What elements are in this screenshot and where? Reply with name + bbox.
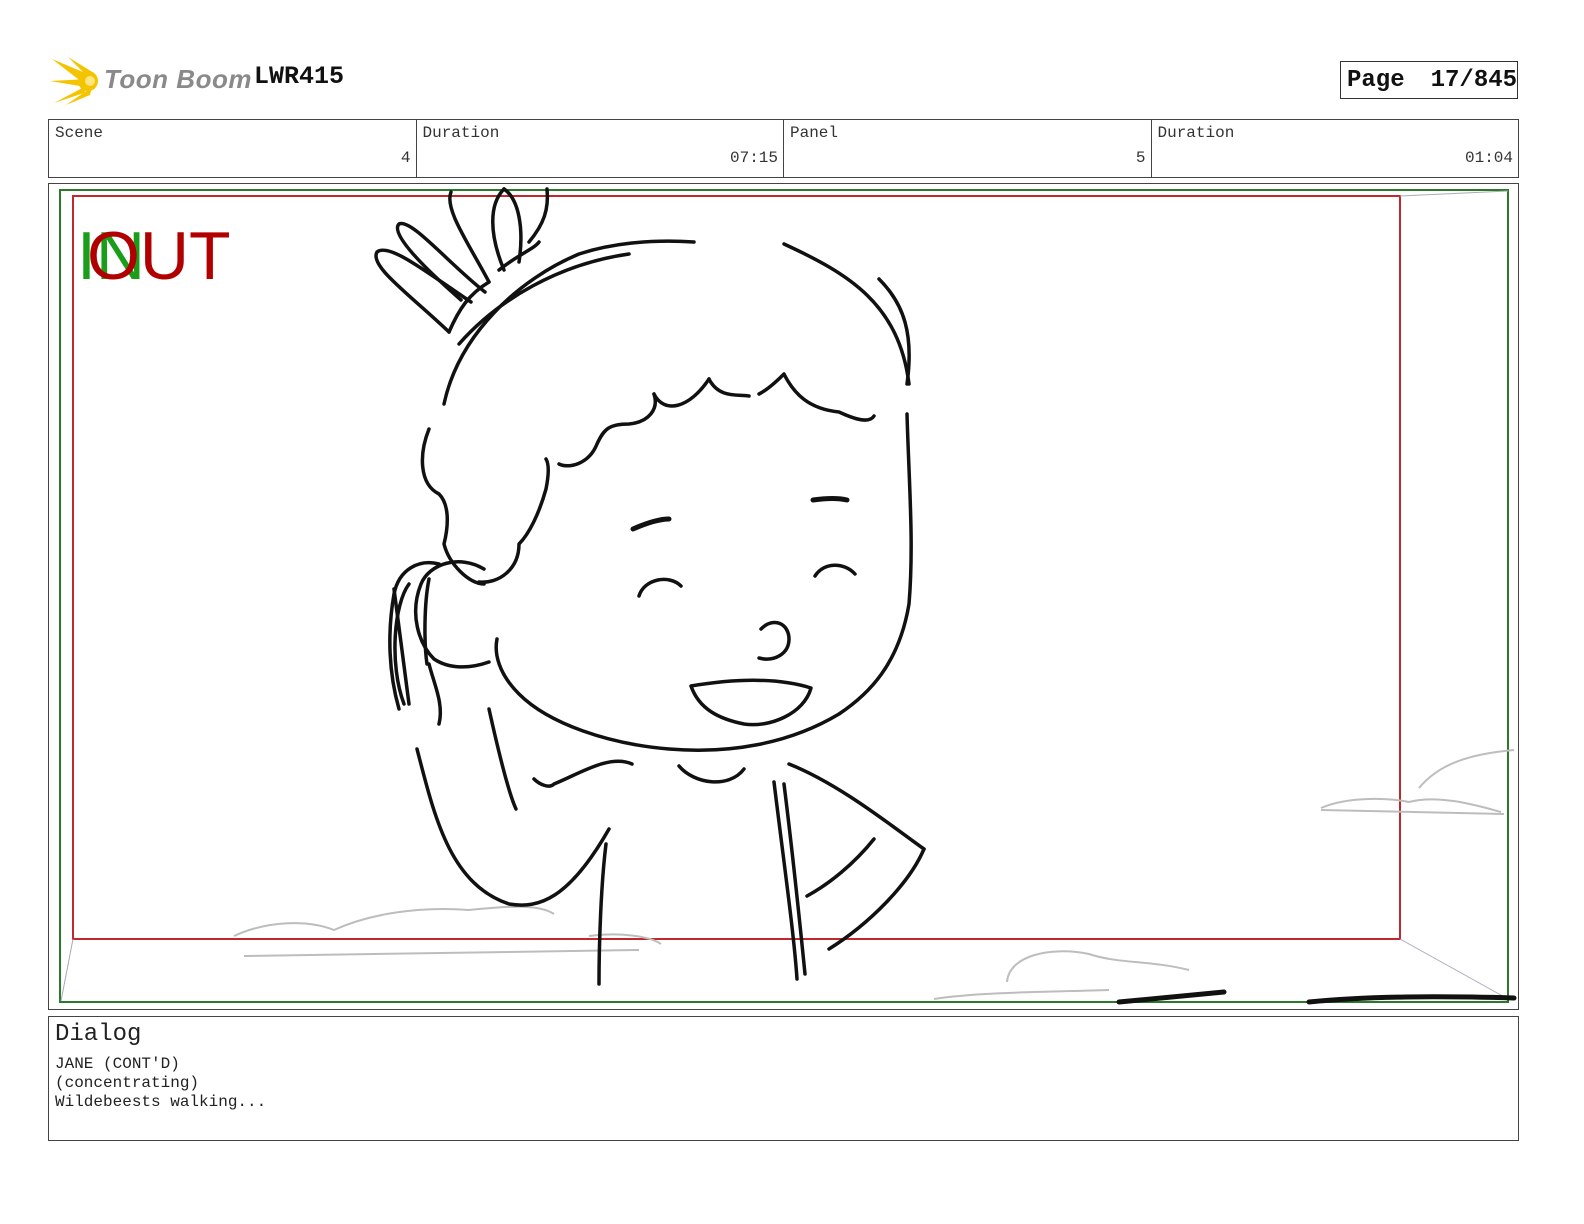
scene-duration-label: Duration <box>422 124 500 142</box>
panel-duration-label: Duration <box>1157 124 1235 142</box>
perspective-line-right <box>1399 938 1509 1000</box>
production-code: LWR415 <box>254 62 345 91</box>
page-indicator: Page 17/845 <box>1340 61 1518 99</box>
page-number: 17/845 <box>1430 66 1518 94</box>
camera-box <box>59 189 1509 1003</box>
scene-label: Scene <box>55 124 104 142</box>
panel-duration-value: 01:04 <box>1464 149 1513 167</box>
panel-duration-cell: Duration 01:04 <box>1152 120 1519 177</box>
dialog-character: JANE (CONT'D) <box>55 1055 180 1073</box>
dialog-title: Dialog <box>55 1021 142 1048</box>
scene-duration-value: 07:15 <box>729 149 778 167</box>
perspective-line-left <box>60 938 74 1002</box>
storyboard-frame: IN OUT <box>48 183 1519 1010</box>
logo-text: Toon Boom <box>104 64 252 94</box>
perspective-line-top <box>1399 190 1509 197</box>
dialog-box: Dialog JANE (CONT'D) (concentrating) Wil… <box>48 1016 1519 1141</box>
character-jane-drawing <box>374 187 926 986</box>
scene-value: 4 <box>400 149 411 167</box>
scene-cell: Scene 4 <box>49 120 417 177</box>
page-label: Page <box>1347 66 1405 94</box>
dialog-line: Wildebeests walking... <box>55 1093 267 1111</box>
dialog-direction: (concentrating) <box>55 1074 200 1092</box>
out-marker: OUT <box>87 218 231 294</box>
panel-info-row: Scene 4 Duration 07:15 Panel 5 Duration … <box>48 119 1519 178</box>
scene-duration-cell: Duration 07:15 <box>417 120 784 177</box>
title-safe-box <box>72 195 1401 940</box>
storyboard-drawing: IN OUT <box>59 187 1517 1005</box>
panel-value: 5 <box>1135 149 1146 167</box>
ground-marks <box>1116 989 1517 1005</box>
panel-label: Panel <box>790 124 839 142</box>
panel-cell: Panel 5 <box>784 120 1152 177</box>
